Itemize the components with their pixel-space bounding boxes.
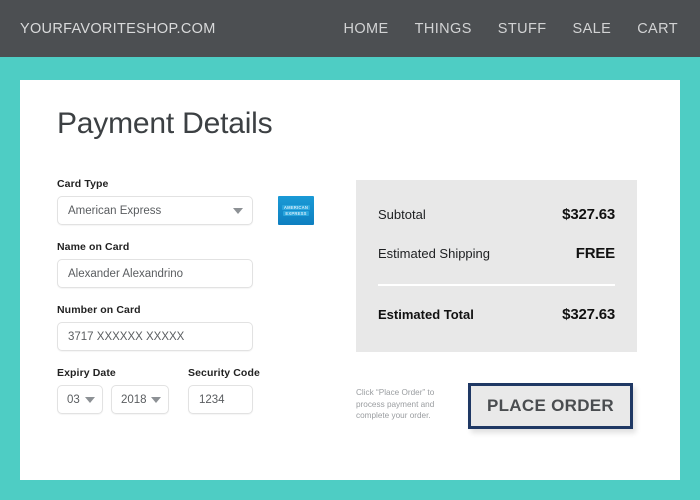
order-summary-panel: Subtotal $327.63 Estimated Shipping FREE… (356, 180, 637, 352)
number-on-card-label: Number on Card (57, 304, 141, 316)
number-on-card-group: Number on Card 3717 XXXXXX XXXXX (57, 304, 327, 351)
security-code-input[interactable]: 1234 (188, 385, 253, 414)
card-type-group: Card Type American Express AMERICAN EXPR… (57, 178, 327, 225)
total-value: $327.63 (562, 306, 615, 323)
nav-link-home[interactable]: HOME (343, 21, 388, 37)
summary-divider (378, 284, 615, 286)
nav-link-sale[interactable]: SALE (573, 21, 612, 37)
amex-logo-line-2: EXPRESS (283, 211, 309, 216)
expiry-selects: 03 2018 (57, 385, 188, 414)
total-label: Estimated Total (378, 307, 474, 322)
number-on-card-input[interactable]: 3717 XXXXXX XXXXX (57, 322, 253, 351)
amex-logo-line-1: AMERICAN (281, 205, 311, 210)
summary-row-shipping: Estimated Shipping FREE (378, 245, 615, 262)
name-on-card-value: Alexander Alexandrino (68, 267, 184, 280)
nav-link-things[interactable]: THINGS (415, 21, 472, 37)
top-navigation-bar: YOURFAVORITESHOP.COM HOME THINGS STUFF S… (0, 0, 700, 57)
subtotal-value: $327.63 (562, 206, 615, 223)
place-order-button-wrap: PLACE ORDER (468, 383, 633, 429)
place-order-area: Click “Place Order” to process payment a… (356, 383, 648, 429)
security-code-group: Security Code 1234 (188, 367, 323, 414)
expiry-date-group: Expiry Date 03 2018 (57, 367, 188, 414)
subtotal-label: Subtotal (378, 207, 426, 222)
expiry-year-select[interactable]: 2018 (111, 385, 169, 414)
chevron-down-icon (151, 396, 161, 403)
security-code-label: Security Code (188, 367, 260, 379)
card-type-select[interactable]: American Express (57, 196, 253, 225)
summary-row-total: Estimated Total $327.63 (378, 306, 615, 323)
page-root: YOURFAVORITESHOP.COM HOME THINGS STUFF S… (0, 0, 700, 500)
expiry-date-label: Expiry Date (57, 367, 116, 379)
number-on-card-value: 3717 XXXXXX XXXXX (68, 330, 185, 343)
expiry-month-value: 03 (67, 393, 80, 406)
card-type-label: Card Type (57, 178, 109, 190)
expiry-security-row: Expiry Date 03 2018 Security Code 1234 (57, 367, 327, 414)
expiry-year-value: 2018 (121, 393, 147, 406)
chevron-down-icon (85, 396, 95, 403)
security-code-value: 1234 (199, 393, 225, 406)
name-on-card-input[interactable]: Alexander Alexandrino (57, 259, 253, 288)
content-card: Payment Details Card Type American Expre… (20, 80, 680, 480)
place-order-helper-text: Click “Place Order” to process payment a… (356, 388, 435, 420)
expiry-month-select[interactable]: 03 (57, 385, 103, 414)
summary-row-subtotal: Subtotal $327.63 (378, 206, 615, 223)
name-on-card-label: Name on Card (57, 241, 130, 253)
shipping-label: Estimated Shipping (378, 246, 491, 261)
name-on-card-group: Name on Card Alexander Alexandrino (57, 241, 327, 288)
amex-logo-icon: AMERICAN EXPRESS (278, 196, 314, 225)
page-title: Payment Details (57, 107, 273, 140)
site-brand-logo[interactable]: YOURFAVORITESHOP.COM (20, 21, 216, 37)
nav-links: HOME THINGS STUFF SALE CART (343, 21, 680, 37)
card-type-value: American Express (68, 204, 162, 217)
place-order-button[interactable]: PLACE ORDER (468, 383, 633, 429)
nav-link-stuff[interactable]: STUFF (498, 21, 547, 37)
nav-link-cart[interactable]: CART (637, 21, 678, 37)
chevron-down-icon (233, 207, 243, 214)
shipping-value: FREE (575, 245, 615, 262)
payment-form: Card Type American Express AMERICAN EXPR… (57, 178, 327, 414)
